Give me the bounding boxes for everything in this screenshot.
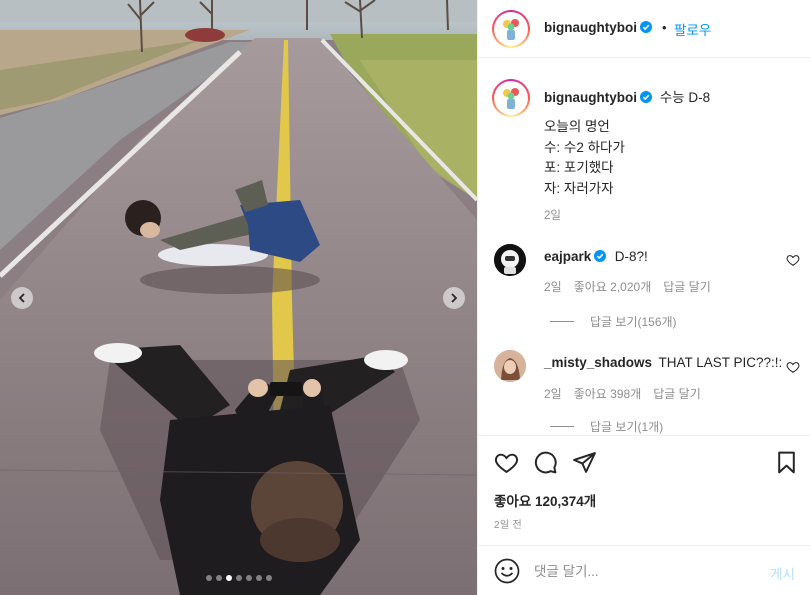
view-replies-label[interactable]: 답글 보기(156개): [590, 313, 677, 330]
instagram-post: bignaughtyboi • 팔로우 bignaughtyboi 수능 D-8…: [0, 0, 810, 595]
slide-dot: [205, 575, 212, 581]
post-timestamp[interactable]: 2일 전: [494, 516, 522, 531]
likes-count[interactable]: 좋아요 120,374개: [494, 490, 596, 510]
author-avatar[interactable]: [492, 10, 530, 48]
replies-divider-line: [550, 321, 574, 322]
next-slide-button[interactable]: [443, 287, 465, 309]
commenter-avatar[interactable]: [494, 244, 526, 276]
slide-indicator: [0, 575, 477, 581]
chevron-left-icon: [18, 293, 25, 303]
verified-badge-icon: [639, 21, 652, 33]
caption-author-avatar[interactable]: [492, 79, 530, 117]
chevron-right-icon: [451, 293, 458, 303]
commenter-avatar[interactable]: [494, 350, 526, 382]
comment-time[interactable]: 2일: [544, 278, 562, 295]
comment-composer: 게시: [478, 545, 810, 595]
comment-text: D-8?!: [614, 249, 648, 264]
post-header: bignaughtyboi • 팔로우: [478, 0, 810, 58]
paper-plane-icon[interactable]: [572, 450, 597, 475]
flower-vase-icon: [503, 19, 519, 40]
separator-dot: •: [662, 20, 667, 35]
reply-button[interactable]: 답글 달기: [663, 278, 711, 295]
verified-badge-icon: [639, 91, 652, 103]
caption-username[interactable]: bignaughtyboi: [544, 90, 637, 105]
slide-dot: [265, 575, 272, 581]
comment-likes-count[interactable]: 좋아요 398개: [574, 385, 642, 402]
view-replies-label[interactable]: 답글 보기(1개): [590, 418, 663, 435]
follow-button[interactable]: 팔로우: [674, 19, 711, 39]
post-sidebar: bignaughtyboi • 팔로우 bignaughtyboi 수능 D-8…: [477, 0, 810, 595]
author-username[interactable]: bignaughtyboi: [544, 20, 652, 35]
caption-text-title: 수능 D-8: [659, 90, 711, 105]
verified-badge-icon: [594, 250, 607, 262]
slide-dot: [235, 575, 242, 581]
caption-body: 오늘의 명언 수: 수2 하다가 포: 포기했다 자: 자러가자: [544, 119, 625, 196]
comment-time[interactable]: 2일: [544, 385, 562, 402]
replies-divider-line: [550, 426, 574, 427]
comment-icon[interactable]: [533, 450, 558, 475]
post-actions: 좋아요 120,374개 2일 전: [478, 435, 810, 545]
comment-username[interactable]: _misty_shadows: [544, 355, 652, 370]
comment-likes-count[interactable]: 좋아요 2,020개: [574, 278, 652, 295]
slide-dot: [215, 575, 222, 581]
slide-dot: [225, 575, 232, 581]
reply-button[interactable]: 답글 달기: [653, 385, 701, 402]
comment-input[interactable]: [534, 560, 754, 582]
previous-slide-button[interactable]: [11, 287, 33, 309]
comment-line: _misty_shadows THAT LAST PIC??:!:: [544, 354, 782, 372]
comment-like-heart-icon[interactable]: [786, 360, 800, 374]
astronaut-icon: [494, 244, 526, 276]
caption-time[interactable]: 2일: [544, 207, 561, 223]
heart-icon[interactable]: [494, 450, 519, 475]
slide-dot: [245, 575, 252, 581]
comment-like-heart-icon[interactable]: [786, 253, 800, 267]
flower-vase-icon: [503, 88, 519, 109]
view-replies-button[interactable]: 답글 보기(1개): [550, 418, 663, 435]
comment-meta: 2일 좋아요 2,020개 답글 달기: [544, 278, 711, 295]
view-replies-button[interactable]: 답글 보기(156개): [550, 313, 677, 330]
username-text[interactable]: bignaughtyboi: [544, 20, 637, 35]
smiley-icon[interactable]: [494, 558, 520, 584]
comment-text: THAT LAST PIC??:!:: [658, 355, 783, 370]
caption-first-line: bignaughtyboi 수능 D-8: [544, 86, 710, 106]
user-photo-icon: [494, 350, 526, 382]
comment-meta: 2일 좋아요 398개 답글 달기: [544, 385, 701, 402]
bookmark-icon[interactable]: [774, 450, 799, 475]
post-photo: [0, 0, 477, 595]
comment-username[interactable]: eajpark: [544, 249, 591, 264]
post-media[interactable]: [0, 0, 477, 595]
comment-line: eajpark D-8?!: [544, 248, 648, 266]
slide-dot: [255, 575, 262, 581]
post-comment-button[interactable]: 게시: [770, 563, 795, 583]
